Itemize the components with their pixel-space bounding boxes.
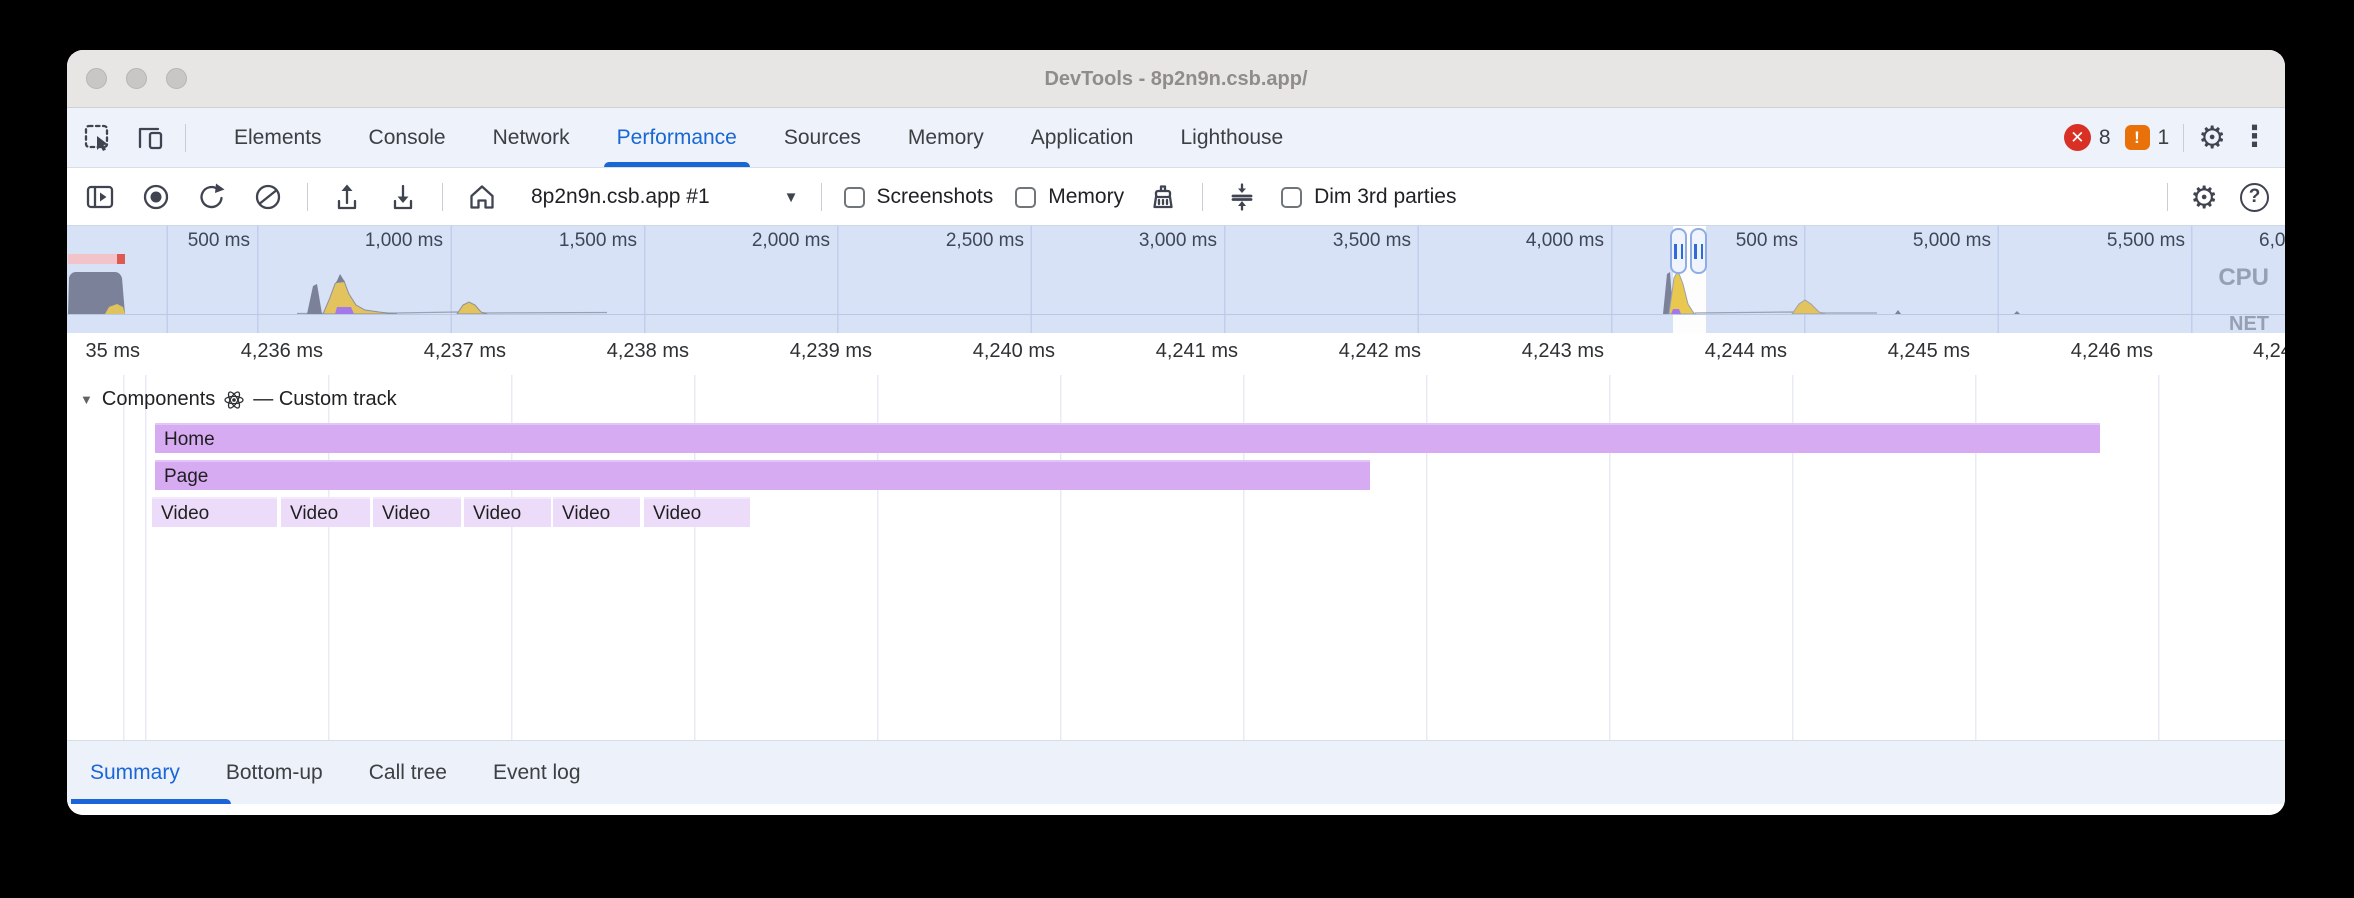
- ruler-label: 4,245 ms: [1810, 340, 1970, 363]
- custom-track-subtitle: — Custom track: [253, 388, 396, 411]
- tab-sources[interactable]: Sources: [784, 108, 861, 167]
- home-icon[interactable]: [465, 180, 499, 214]
- help-icon[interactable]: ?: [2240, 183, 2269, 212]
- bottom-tabbar: Summary Bottom-up Call tree Event log: [67, 740, 2285, 804]
- tab-bottom-up[interactable]: Bottom-up: [226, 761, 323, 785]
- detail-gridlines: [67, 333, 2285, 740]
- collapse-tracks-icon[interactable]: [1225, 180, 1259, 214]
- time-ruler: 35 ms 4,236 ms 4,237 ms 4,238 ms 4,239 m…: [67, 333, 2285, 375]
- custom-track-header[interactable]: ▼ Components — Custom track: [80, 388, 397, 411]
- upload-profile-icon[interactable]: [330, 180, 364, 214]
- toolbar-separator: [1202, 183, 1203, 211]
- cpu-track-label: CPU: [2218, 264, 2269, 292]
- ruler-label: 35 ms: [67, 340, 140, 363]
- tab-elements[interactable]: Elements: [234, 108, 322, 167]
- device-toolbar-icon[interactable]: [133, 121, 167, 155]
- toolbar-separator: [2167, 183, 2168, 211]
- error-count[interactable]: 8: [2099, 126, 2111, 150]
- tab-network[interactable]: Network: [493, 108, 570, 167]
- reload-record-icon[interactable]: [195, 180, 229, 214]
- ruler-label: 4,244 ms: [1627, 340, 1787, 363]
- track-bar-video[interactable]: Video: [553, 497, 640, 527]
- screenshots-label[interactable]: Screenshots: [877, 185, 994, 209]
- window-title: DevTools - 8p2n9n.csb.app/: [67, 50, 2285, 108]
- ruler-label: 4,242 ms: [1261, 340, 1421, 363]
- ruler-label: 4,246 ms: [1993, 340, 2153, 363]
- ruler-label: 4,239 ms: [712, 340, 872, 363]
- garbage-collect-icon[interactable]: [1146, 180, 1180, 214]
- target-dropdown-caret-icon[interactable]: ▼: [784, 189, 799, 206]
- net-track-divider: [67, 314, 2285, 315]
- track-bar-home[interactable]: Home: [155, 423, 2100, 453]
- toolbar-separator: [821, 183, 822, 211]
- capture-settings-gear-icon[interactable]: ⚙: [2190, 182, 2218, 213]
- track-bar-video[interactable]: Video: [373, 497, 461, 527]
- tab-memory[interactable]: Memory: [908, 108, 984, 167]
- collapse-triangle-icon[interactable]: ▼: [80, 392, 93, 407]
- ruler-label: 4,241 ms: [1078, 340, 1238, 363]
- tabbar-right-separator: [2183, 124, 2184, 152]
- track-bar-video[interactable]: Video: [644, 497, 750, 527]
- ruler-label: 4,236 ms: [163, 340, 323, 363]
- selection-right-handle[interactable]: [1690, 228, 1707, 274]
- toolbar-separator: [307, 183, 308, 211]
- custom-track-title: Components: [102, 388, 215, 411]
- tab-event-log[interactable]: Event log: [493, 761, 581, 785]
- tab-lighthouse[interactable]: Lighthouse: [1180, 108, 1283, 167]
- track-bar-video[interactable]: Video: [281, 497, 370, 527]
- tab-application[interactable]: Application: [1031, 108, 1134, 167]
- overview-cpu-chart: [67, 226, 2285, 334]
- clear-icon[interactable]: [251, 180, 285, 214]
- download-profile-icon[interactable]: [386, 180, 420, 214]
- settings-gear-icon[interactable]: ⚙: [2198, 122, 2226, 153]
- atom-icon: [224, 390, 244, 410]
- tab-call-tree[interactable]: Call tree: [369, 761, 447, 785]
- performance-toolbar: 8p2n9n.csb.app #1 ▼ Screenshots Memory: [67, 169, 2285, 225]
- tab-console[interactable]: Console: [369, 108, 446, 167]
- main-tabbar: Elements Console Network Performance Sou…: [67, 108, 2285, 168]
- error-badge-icon[interactable]: ✕: [2064, 124, 2091, 151]
- window-footer: [67, 804, 2285, 815]
- tabbar-separator: [185, 124, 186, 152]
- tab-summary[interactable]: Summary: [90, 761, 180, 785]
- selection-left-handle[interactable]: [1670, 228, 1687, 274]
- toolbar-separator: [442, 183, 443, 211]
- devtools-window: DevTools - 8p2n9n.csb.app/ Elements Cons…: [67, 50, 2285, 815]
- titlebar: DevTools - 8p2n9n.csb.app/: [67, 50, 2285, 108]
- ruler-label: 4,240 ms: [895, 340, 1055, 363]
- track-bar-video[interactable]: Video: [464, 497, 551, 527]
- memory-label[interactable]: Memory: [1048, 185, 1124, 209]
- memory-checkbox[interactable]: [1015, 187, 1036, 208]
- more-options-icon[interactable]: ⋮: [2240, 123, 2269, 152]
- dim-3rd-parties-checkbox[interactable]: [1281, 187, 1302, 208]
- timeline-overview[interactable]: 500 ms 1,000 ms 1,500 ms 2,000 ms 2,500 …: [67, 225, 2285, 333]
- ruler-label: 4,24: [2253, 340, 2285, 363]
- screenshots-checkbox[interactable]: [844, 187, 865, 208]
- warning-count[interactable]: 1: [2158, 126, 2170, 150]
- track-bar-page[interactable]: Page: [155, 460, 1370, 490]
- toggle-sidebar-icon[interactable]: [83, 180, 117, 214]
- main-tabs: Elements Console Network Performance Sou…: [225, 108, 1283, 167]
- ruler-label: 4,243 ms: [1444, 340, 1604, 363]
- ruler-label: 4,237 ms: [346, 340, 506, 363]
- track-bar-video[interactable]: Video: [152, 497, 277, 527]
- inspect-element-icon[interactable]: [81, 121, 115, 155]
- target-selector[interactable]: 8p2n9n.csb.app #1: [531, 185, 710, 209]
- ruler-label: 4,238 ms: [529, 340, 689, 363]
- tab-performance[interactable]: Performance: [617, 108, 737, 167]
- dim-3rd-parties-label[interactable]: Dim 3rd parties: [1314, 185, 1456, 209]
- record-icon[interactable]: [139, 180, 173, 214]
- warning-badge-icon[interactable]: !: [2125, 125, 2150, 150]
